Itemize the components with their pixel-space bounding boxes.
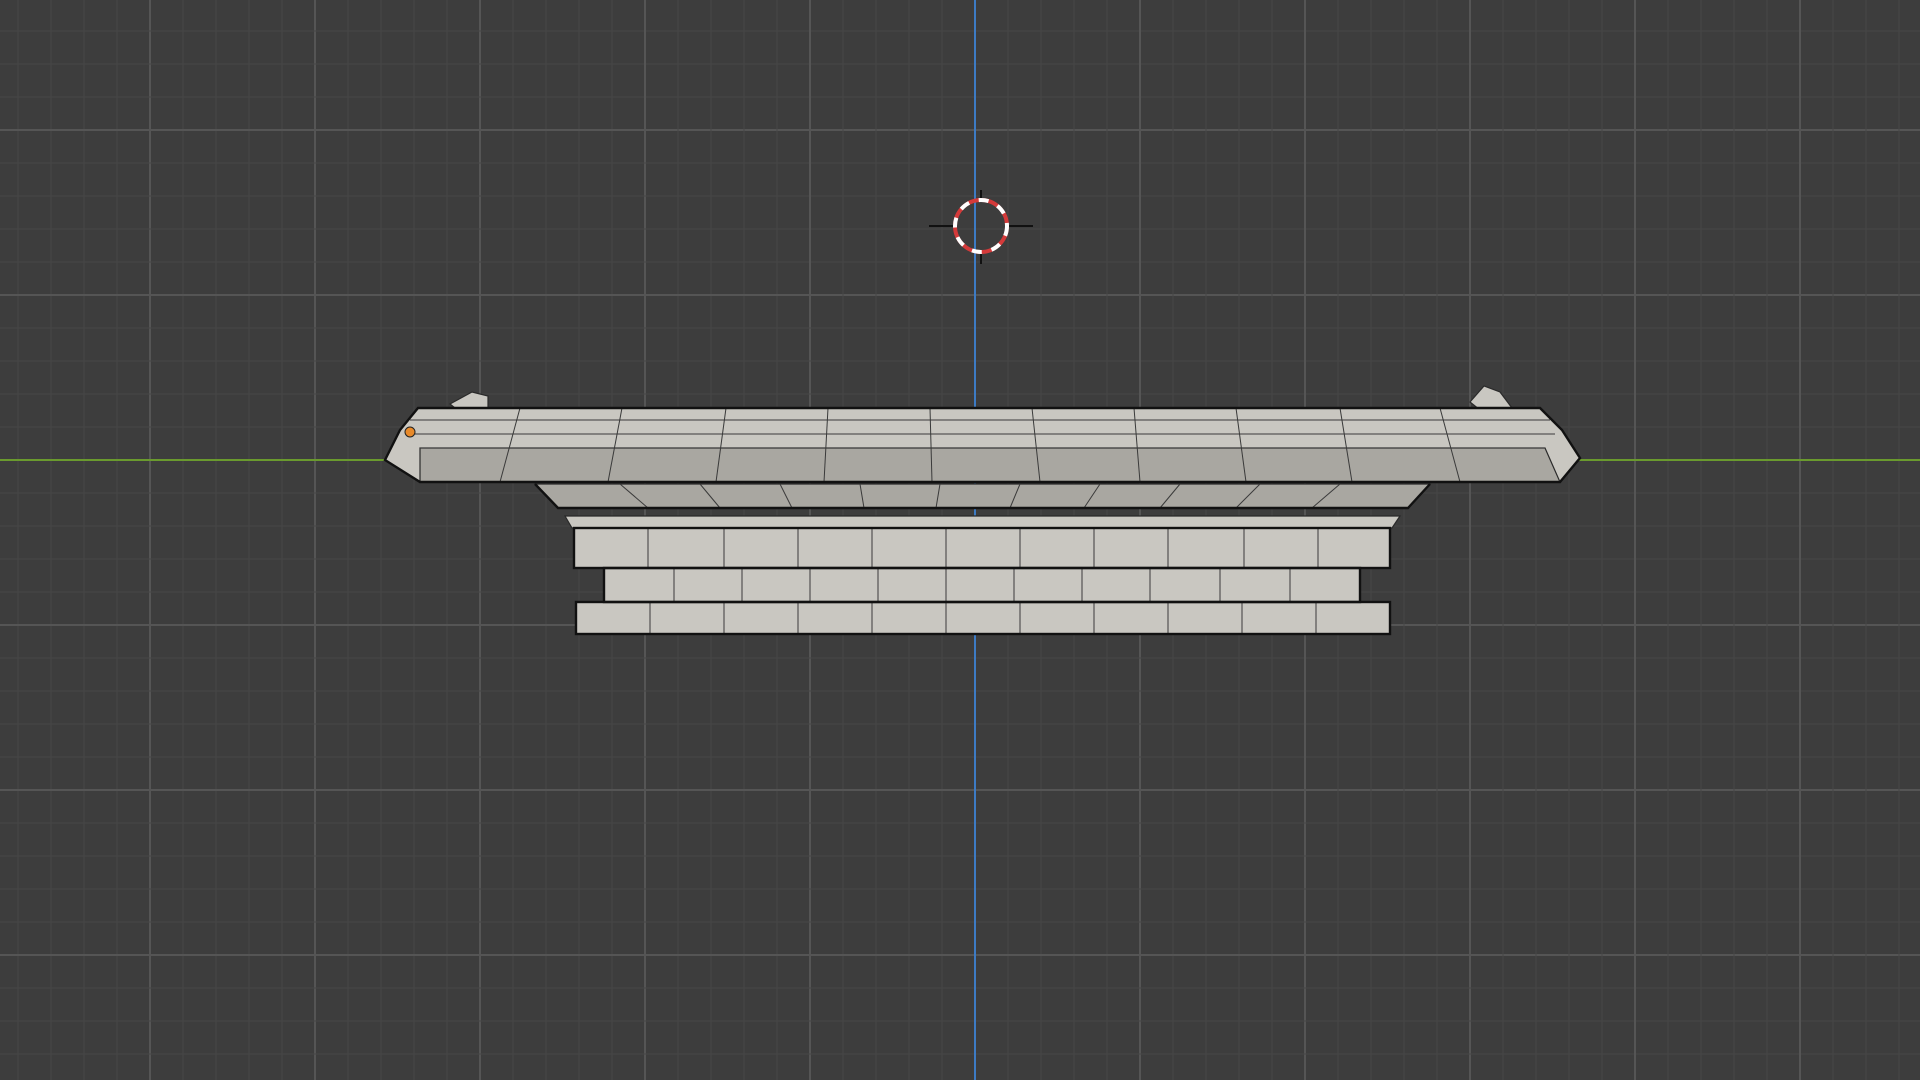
3d-cursor-icon[interactable]	[929, 190, 1033, 264]
necking-ring	[563, 515, 1402, 529]
upper-drum	[573, 527, 1391, 569]
column-capital-mesh[interactable]	[383, 385, 1582, 636]
3d-viewport[interactable]	[0, 0, 1920, 1080]
middle-band	[603, 567, 1361, 603]
selected-vertex[interactable]	[404, 426, 416, 438]
viewport-canvas[interactable]	[0, 0, 1920, 1080]
right-corner-ornament	[1469, 385, 1514, 411]
echinus	[533, 483, 1432, 509]
base-plinth	[575, 601, 1391, 635]
abacus-lower-band	[419, 447, 1561, 483]
